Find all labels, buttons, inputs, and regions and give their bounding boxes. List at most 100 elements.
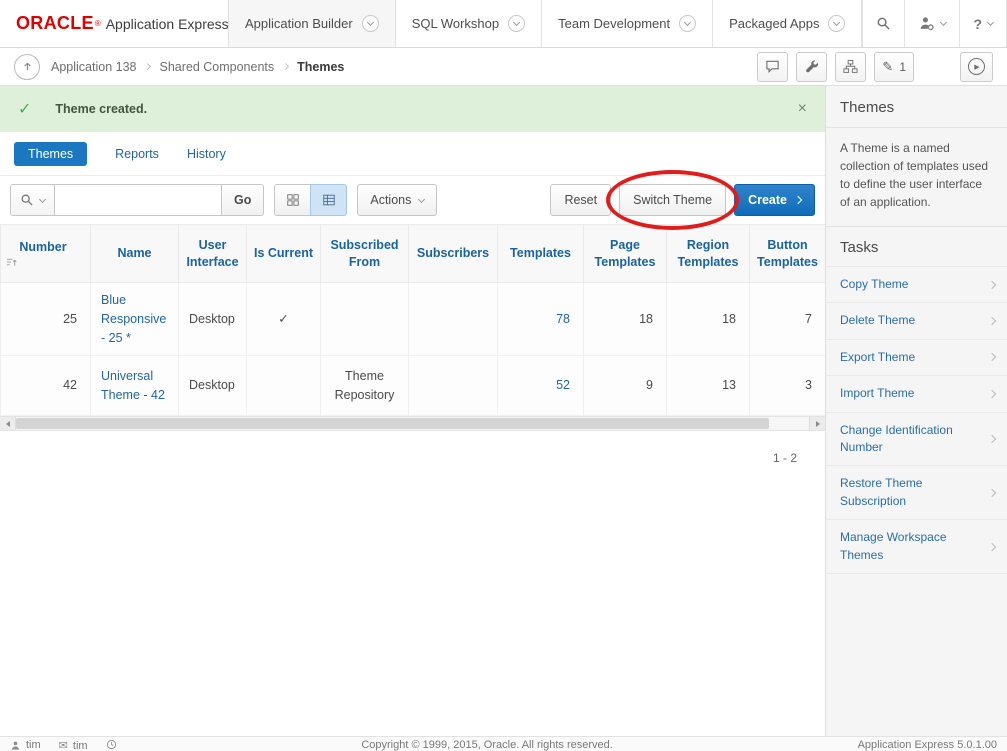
tab-application-builder[interactable]: Application Builder <box>228 0 395 47</box>
chevron-right-icon <box>988 353 996 361</box>
theme-name-link[interactable]: Universal Theme - 42 <box>101 369 165 402</box>
chevron-down-icon[interactable] <box>362 15 379 32</box>
templates-count-link[interactable]: 52 <box>556 378 570 392</box>
report-toolbar: Go Actions <box>0 176 825 224</box>
column-header-subscribed-from[interactable]: Subscribed From <box>321 225 409 283</box>
task-copy-theme[interactable]: Copy Theme <box>826 266 1007 302</box>
search-input[interactable] <box>54 184 222 216</box>
breadcrumb-toolbar: ✎ 1 ▶ <box>757 52 993 82</box>
run-application-button[interactable]: ▶ <box>960 52 993 82</box>
column-header-number[interactable]: Number <box>1 225 91 283</box>
administration-menu-button[interactable] <box>904 0 959 47</box>
chevron-down-icon <box>940 19 947 26</box>
apex-app-window: ORACLE ® Application Express Application… <box>0 0 1007 751</box>
column-header-button-templates[interactable]: Button Templates <box>750 225 826 283</box>
task-export-theme[interactable]: Export Theme <box>826 339 1007 375</box>
registered-mark: ® <box>95 19 101 28</box>
cell-page-templates: 18 <box>584 283 667 356</box>
column-header-page-templates[interactable]: Page Templates <box>584 225 667 283</box>
pagination-range: 1 - 2 <box>0 431 825 465</box>
task-delete-theme[interactable]: Delete Theme <box>826 302 1007 338</box>
top-header: ORACLE ® Application Express Application… <box>0 0 1007 48</box>
tab-sql-workshop[interactable]: SQL Workshop <box>395 0 541 47</box>
column-header-subscribers[interactable]: Subscribers <box>409 225 498 283</box>
task-manage-workspace-themes[interactable]: Manage Workspace Themes <box>826 519 1007 574</box>
cell-is-current <box>247 356 321 416</box>
close-icon[interactable]: × <box>798 101 807 117</box>
column-header-user-interface[interactable]: User Interface <box>179 225 247 283</box>
cell-region-templates: 13 <box>667 356 750 416</box>
switch-theme-wrap: Switch Theme <box>619 184 726 216</box>
footer-workspace[interactable]: ✉ tim <box>59 739 88 751</box>
tab-history[interactable]: History <box>187 147 226 161</box>
task-import-theme[interactable]: Import Theme <box>826 375 1007 411</box>
go-button[interactable]: Go <box>221 184 264 216</box>
footer-copyright: Copyright © 1999, 2015, Oracle. All righ… <box>135 739 840 751</box>
sort-ascending-icon <box>6 257 85 268</box>
chevron-down-icon <box>987 19 994 26</box>
search-column-selector[interactable] <box>10 184 55 216</box>
theme-name-link[interactable]: Blue Responsive - 25 * <box>101 293 166 345</box>
cell-subscribers <box>409 356 498 416</box>
breadcrumb-application[interactable]: Application 138 <box>51 60 136 74</box>
feedback-button[interactable] <box>757 52 788 82</box>
chevron-right-icon <box>988 542 996 550</box>
chevron-down-icon[interactable] <box>508 15 525 32</box>
scroll-left-arrow[interactable] <box>0 417 16 430</box>
tab-team-development[interactable]: Team Development <box>541 0 712 47</box>
footer-session-timer[interactable] <box>106 739 117 750</box>
column-header-templates[interactable]: Templates <box>498 225 584 283</box>
main-region: ✓ Theme created. × Themes Reports Histor… <box>0 86 825 736</box>
search-button[interactable] <box>862 0 904 47</box>
create-button[interactable]: Create <box>734 184 815 216</box>
footer-user[interactable]: tim <box>10 739 41 751</box>
task-restore-theme-subscription[interactable]: Restore Theme Subscription <box>826 465 1007 519</box>
icon-view-button[interactable] <box>274 184 311 216</box>
oracle-logo: ORACLE ® Application Express <box>0 0 228 47</box>
chevron-down-icon[interactable] <box>679 15 696 32</box>
reset-button[interactable]: Reset <box>550 184 611 216</box>
cell-name: Blue Responsive - 25 * <box>91 283 179 356</box>
scrollbar-track[interactable] <box>16 417 809 430</box>
speech-bubble-icon <box>765 59 780 74</box>
region-tabs: Themes Reports History <box>0 132 825 176</box>
column-header-is-current[interactable]: Is Current <box>247 225 321 283</box>
actions-menu-button[interactable]: Actions <box>357 184 437 216</box>
edit-page-button[interactable]: ✎ 1 <box>874 52 914 82</box>
scroll-right-arrow[interactable] <box>809 417 825 430</box>
help-menu-button[interactable]: ? <box>959 0 1006 47</box>
breadcrumb-shared-components[interactable]: Shared Components <box>159 60 274 74</box>
horizontal-scrollbar[interactable] <box>0 416 825 431</box>
cell-templates: 52 <box>498 356 584 416</box>
tab-themes[interactable]: Themes <box>14 142 87 166</box>
themes-report-table: Number Name User Interface Is Current Su… <box>0 224 826 416</box>
chevron-right-icon <box>988 390 996 398</box>
shared-components-button[interactable] <box>835 52 866 82</box>
create-label: Create <box>748 193 787 207</box>
templates-count-link[interactable]: 78 <box>556 312 570 326</box>
sidebar-about-text: A Theme is a named collection of templat… <box>826 127 1007 226</box>
tab-packaged-apps[interactable]: Packaged Apps <box>712 0 862 47</box>
switch-theme-button[interactable]: Switch Theme <box>619 184 726 216</box>
check-icon: ✓ <box>18 99 31 119</box>
utilities-button[interactable] <box>796 52 827 82</box>
tab-label: Packaged Apps <box>729 16 819 31</box>
scrollbar-thumb[interactable] <box>16 418 769 429</box>
content-area: ✓ Theme created. × Themes Reports Histor… <box>0 86 1007 736</box>
chevron-down-icon[interactable] <box>828 15 845 32</box>
report-view-button[interactable] <box>310 184 347 216</box>
table-row: 42 Universal Theme - 42 Desktop Theme Re… <box>1 356 826 416</box>
tab-reports[interactable]: Reports <box>115 147 159 161</box>
column-header-region-templates[interactable]: Region Templates <box>667 225 750 283</box>
task-change-identification-number[interactable]: Change Identification Number <box>826 412 1007 466</box>
column-header-name[interactable]: Name <box>91 225 179 283</box>
product-name: Application Express <box>106 16 229 32</box>
tab-label: SQL Workshop <box>412 16 499 31</box>
up-level-button[interactable] <box>14 54 40 80</box>
breadcrumb-bar: Application 138 Shared Components Themes <box>0 48 1007 86</box>
chevron-right-icon <box>144 63 151 70</box>
cell-is-current: ✓ <box>247 283 321 356</box>
cell-subscribers <box>409 283 498 356</box>
header-actions: ? <box>862 0 1007 47</box>
tab-label: Application Builder <box>245 16 353 31</box>
